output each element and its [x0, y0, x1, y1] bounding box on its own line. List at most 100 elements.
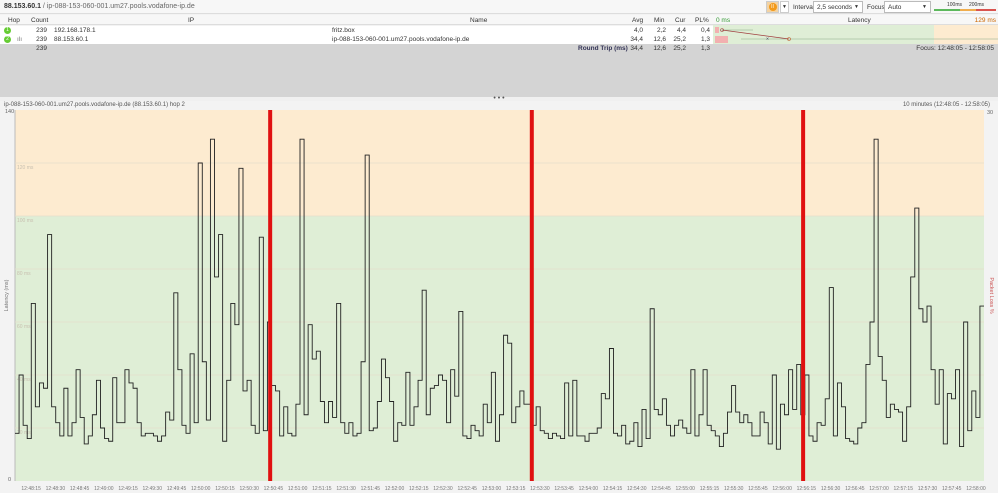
y-tick-label: 60 ms: [17, 324, 31, 330]
summary-avg: 34,4: [630, 45, 643, 52]
x-tick-label: 12:52:30: [433, 486, 453, 492]
title-bar: 88.153.60.1 / ip-088-153-060-001.um27.po…: [0, 0, 998, 14]
y-axis-label: Latency (ms): [4, 279, 10, 311]
x-tick-label: 12:57:30: [918, 486, 938, 492]
scale-bad-bar: [976, 9, 996, 11]
x-tick-label: 12:48:30: [46, 486, 66, 492]
chevron-down-icon: ▼: [922, 4, 927, 10]
breadcrumb: 88.153.60.1 / ip-088-153-060-001.um27.po…: [4, 3, 195, 10]
x-tick-label: 12:50:15: [215, 486, 235, 492]
scale-warn-bar: [960, 9, 976, 11]
avg: 4,0: [633, 27, 643, 34]
y-tick-label: 100 ms: [17, 218, 34, 224]
interval-label: Interval: [793, 4, 815, 11]
x-tick-label: 12:53:30: [530, 486, 550, 492]
pause-icon: II: [768, 3, 777, 11]
target-hostname: ip-088-153-060-001.um27.pools.vodafone-i…: [46, 3, 195, 10]
pause-button[interactable]: II: [766, 1, 779, 13]
col-min[interactable]: Min: [654, 17, 664, 24]
cur: 25,2: [673, 36, 686, 43]
focus-select[interactable]: Auto ▼: [884, 1, 931, 13]
min: 12,6: [653, 36, 666, 43]
x-tick-label: 12:53:00: [482, 486, 502, 492]
x-tick-label: 12:51:30: [336, 486, 356, 492]
summary-min: 12,6: [653, 45, 666, 52]
pl: 0,4: [700, 27, 710, 34]
packet-loss-marker: [529, 110, 534, 481]
focus-value: Auto: [888, 4, 902, 11]
scale-100-label: 100ms: [947, 2, 963, 8]
name: ip-088-153-060-001.um27.pools.vodafone-i…: [332, 36, 470, 43]
x-tick-label: 12:58:00: [966, 486, 986, 492]
focus-range: Focus: 12:48:05 - 12:58:05: [916, 45, 994, 52]
summary-cur: 25,2: [673, 45, 686, 52]
x-tick-label: 12:50:45: [264, 486, 284, 492]
graph-icon[interactable]: ılı: [17, 36, 22, 43]
x-tick-label: 12:56:15: [797, 486, 817, 492]
summary-pl: 1,3: [700, 45, 710, 52]
y-tick-label: 80 ms: [17, 271, 31, 277]
x-tick-label: 12:48:45: [70, 486, 90, 492]
x-tick-label: 12:53:45: [554, 486, 574, 492]
x-tick-label: 12:53:15: [506, 486, 526, 492]
latency-min-label: 0 ms: [716, 17, 731, 24]
x-tick-label: 12:54:15: [603, 486, 623, 492]
x-tick-label: 12:50:30: [239, 486, 259, 492]
avg: 34,4: [630, 36, 643, 43]
x-tick-label: 12:48:15: [21, 486, 41, 492]
interval-select[interactable]: 2,5 seconds ▼: [813, 1, 863, 13]
mini-good-zone: [713, 25, 934, 44]
packet-loss-marker: [801, 110, 806, 481]
min: 2,2: [656, 27, 666, 34]
latency-max-label: 129 ms: [974, 17, 996, 24]
col-pl[interactable]: PL%: [695, 17, 709, 24]
scale-good-bar: [934, 9, 960, 11]
x-tick-label: 12:55:45: [748, 486, 768, 492]
col-hop[interactable]: Hop: [8, 17, 20, 24]
x-tick-label: 12:55:00: [675, 486, 695, 492]
x-tick-label: 12:49:15: [118, 486, 138, 492]
col-count[interactable]: Count: [31, 17, 48, 24]
x-tick-label: 12:52:45: [457, 486, 477, 492]
latency-chart: 020 ms40 ms60 ms80 ms100 ms120 ms140 30La…: [4, 109, 994, 492]
hop2-loss-bar: [715, 36, 728, 43]
summary-count: 239: [36, 45, 47, 52]
pause-dropdown-button[interactable]: ▼: [780, 1, 789, 13]
y-tick-label: 120 ms: [17, 165, 34, 171]
hop-badge: 2: [4, 36, 11, 43]
x-tick-label: 12:52:15: [409, 486, 429, 492]
x-tick-label: 12:54:00: [579, 486, 599, 492]
name: fritz.box: [332, 27, 355, 34]
y2-axis-label: Packet Loss %: [988, 277, 994, 313]
pl: 1,3: [700, 36, 710, 43]
x-tick-label: 12:49:00: [94, 486, 114, 492]
mini-warn-zone: [934, 25, 998, 44]
x-tick-label: 12:57:45: [942, 486, 962, 492]
col-latency[interactable]: Latency: [848, 17, 871, 24]
latency-scale-legend: 100ms 200ms: [934, 1, 996, 13]
y-tick-label: 0: [8, 477, 11, 483]
x-tick-label: 12:56:45: [845, 486, 865, 492]
col-avg[interactable]: Avg: [632, 17, 643, 24]
col-cur[interactable]: Cur: [675, 17, 685, 24]
x-tick-label: 12:57:15: [894, 486, 914, 492]
summary-label: Round Trip (ms): [578, 45, 628, 52]
target-ip: 88.153.60.1: [4, 3, 41, 10]
hop2-min-marker: ×: [766, 37, 769, 43]
x-tick-label: 12:51:15: [312, 486, 332, 492]
x-tick-label: 12:56:30: [821, 486, 841, 492]
y2-tick-label: 30: [987, 110, 993, 116]
col-ip[interactable]: IP: [188, 17, 194, 24]
ip: 192.168.178.1: [54, 27, 96, 34]
splitter-handle[interactable]: • • •: [0, 95, 998, 102]
x-tick-label: 12:57:00: [869, 486, 889, 492]
x-tick-label: 12:55:30: [724, 486, 744, 492]
hop-badge: 1: [4, 27, 11, 34]
table-header: Hop Count IP Name Avg Min Cur PL% 0 ms L…: [0, 15, 998, 25]
count: 239: [36, 36, 47, 43]
x-tick-label: 12:56:00: [772, 486, 792, 492]
interval-value: 2,5 seconds: [817, 4, 853, 11]
x-tick-label: 12:51:45: [361, 486, 381, 492]
col-name[interactable]: Name: [470, 17, 487, 24]
x-tick-label: 12:49:30: [143, 486, 163, 492]
